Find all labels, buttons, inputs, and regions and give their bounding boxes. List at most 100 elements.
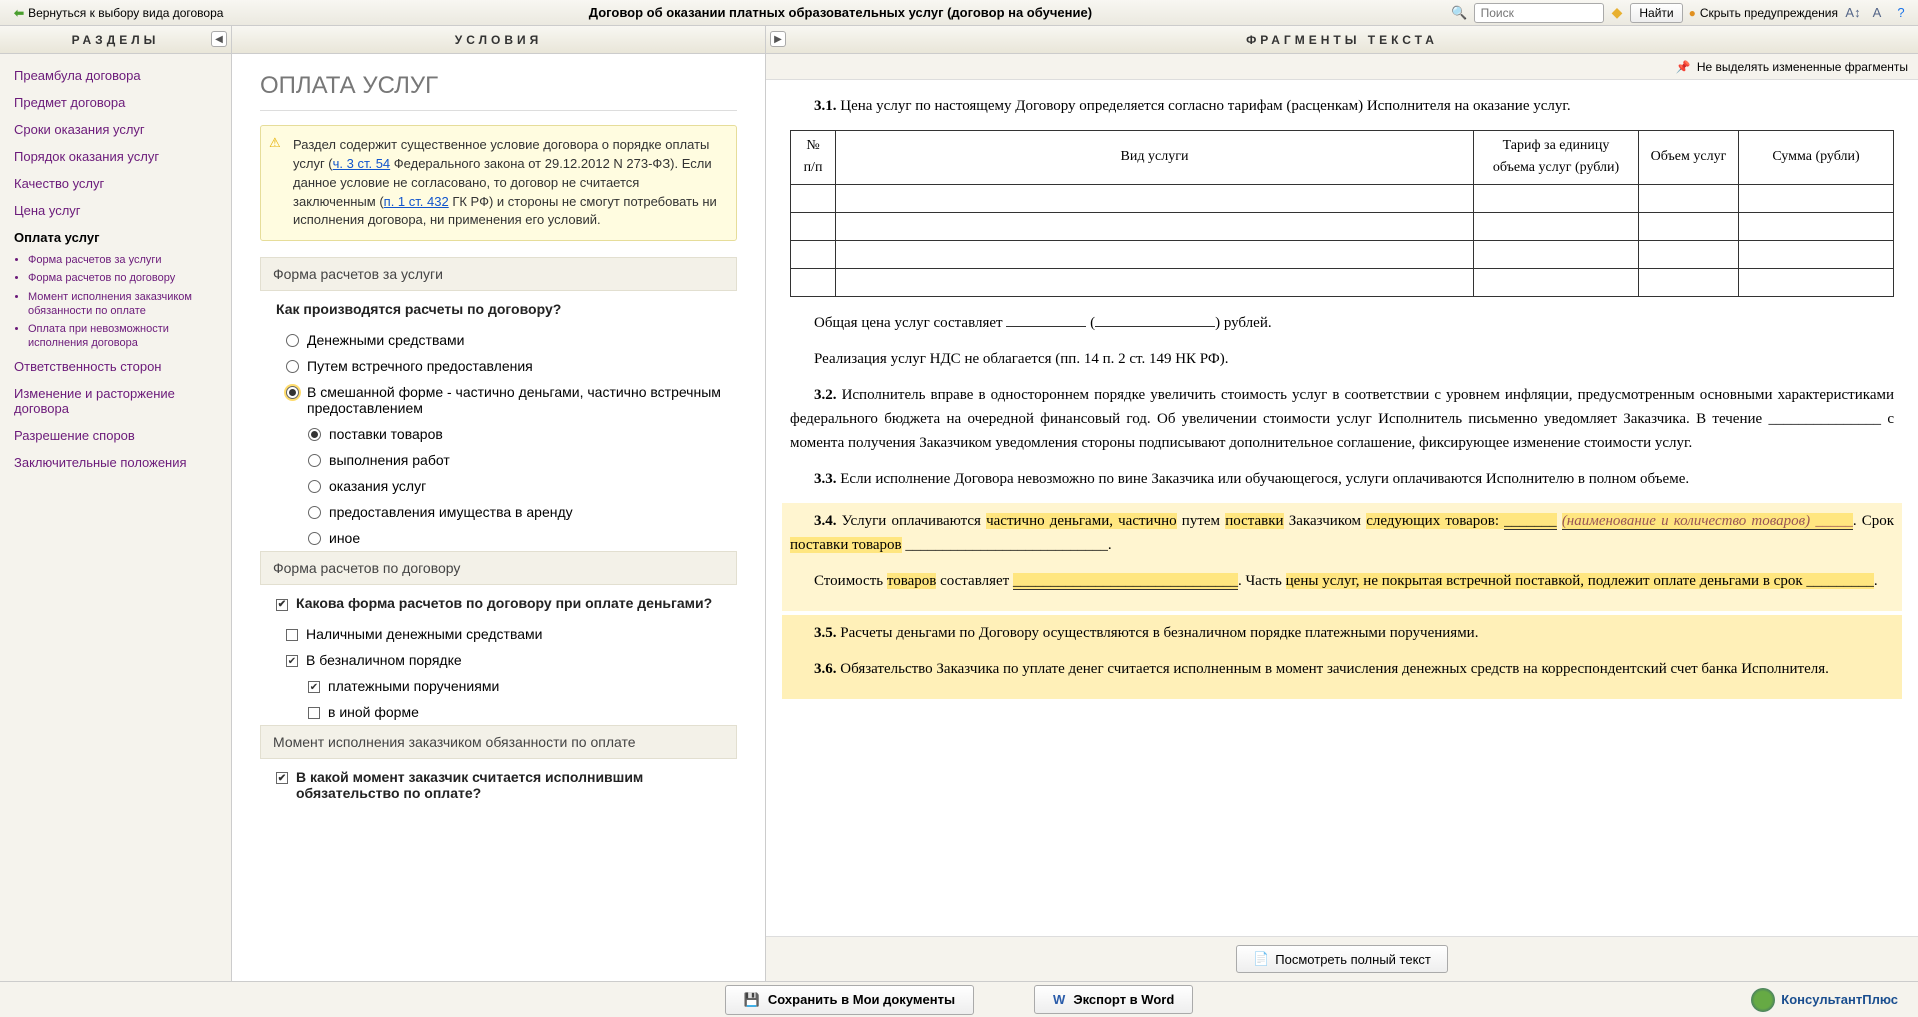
fragments-title: ФРАГМЕНТЫ ТЕКСТА [1246, 33, 1438, 47]
export-word-button[interactable]: W Экспорт в Word [1034, 985, 1193, 1014]
clause-3-4-highlighted: 3.4. Услуги оплачиваются частично деньга… [782, 503, 1902, 611]
q1-sub-3[interactable]: оказания услуг [308, 473, 737, 499]
th-4: Объем услуг [1639, 131, 1739, 185]
nav-item-preamble[interactable]: Преамбула договора [0, 62, 231, 89]
radio-checked-icon [308, 428, 321, 441]
q1-opt-1[interactable]: Денежными средствами [286, 327, 737, 353]
q2-opt-2[interactable]: В безналичном порядке [286, 647, 737, 673]
nav-item-price[interactable]: Цена услуг [0, 197, 231, 224]
q2-sub-1[interactable]: платежными поручениями [308, 673, 737, 699]
sections-panel: РАЗДЕЛЫ ◀ Преамбула договора Предмет дог… [0, 26, 232, 981]
view-full-text-button[interactable]: 📄 Посмотреть полный текст [1236, 945, 1448, 973]
q2-sub-1-label: платежными поручениями [328, 678, 499, 694]
c35-num: 3.5. [814, 625, 837, 641]
q1-sub-5-label: иное [329, 530, 360, 546]
fragments-panel: ▶ ФРАГМЕНТЫ ТЕКСТА Не выделять измененны… [766, 26, 1918, 981]
nav-item-final[interactable]: Заключительные положения [0, 449, 231, 476]
hide-warnings-button[interactable]: Скрыть предупреждения [1689, 6, 1838, 20]
nav-item-quality[interactable]: Качество услуг [0, 170, 231, 197]
conditions-title: УСЛОВИЯ [455, 33, 543, 47]
conditions-header: УСЛОВИЯ [232, 26, 765, 54]
warn-link-2[interactable]: п. 1 ст. 432 [384, 194, 449, 209]
font-size-b-icon[interactable]: A [1868, 4, 1886, 22]
q1-sub-4[interactable]: предоставления имущества в аренду [308, 499, 737, 525]
topbar: Вернуться к выбору вида договора Договор… [0, 0, 1918, 26]
nav-item-procedure[interactable]: Порядок оказания услуг [0, 143, 231, 170]
checkbox-checked-icon [308, 681, 320, 693]
nav-item-terms[interactable]: Сроки оказания услуг [0, 116, 231, 143]
sum-pre: Общая цена услуг составляет [814, 315, 1006, 331]
q3-label: В какой момент заказчик считается исполн… [296, 769, 737, 801]
nav-sub-4[interactable]: Оплата при невозможности исполнения дого… [28, 320, 231, 353]
checkbox-checked-icon[interactable] [276, 599, 288, 611]
conditions-body[interactable]: ОПЛАТА УСЛУГ Раздел содержит существенно… [232, 54, 765, 981]
find-button[interactable]: Найти [1630, 3, 1682, 23]
q2-opt-1-label: Наличными денежными средствами [306, 626, 542, 642]
fragments-header: ▶ ФРАГМЕНТЫ ТЕКСТА [766, 26, 1918, 54]
q1-opt-2[interactable]: Путем встречного предоставления [286, 353, 737, 379]
fragments-footer: 📄 Посмотреть полный текст [766, 936, 1918, 981]
nav-sub-2[interactable]: Форма расчетов по договору [28, 269, 231, 287]
nav-item-payment[interactable]: Оплата услуг [0, 224, 231, 251]
clause-3-5: 3.5. Расчеты деньгами по Договору осущес… [790, 621, 1894, 645]
q1-options: Денежными средствами Путем встречного пр… [286, 327, 737, 421]
collapse-sections-button[interactable]: ◀ [211, 31, 227, 47]
nav-item-liability[interactable]: Ответственность сторон [0, 353, 231, 380]
collapse-fragments-button[interactable]: ▶ [770, 31, 786, 47]
nav-sub-payment: Форма расчетов за услуги Форма расчетов … [28, 251, 231, 353]
back-label: Вернуться к выбору вида договора [28, 6, 223, 20]
c34-h2: поставки [1225, 513, 1283, 529]
q2-opt-1[interactable]: Наличными денежными средствами [286, 621, 737, 647]
q2-options: Наличными денежными средствами В безнали… [286, 621, 737, 673]
fragments-toolbar: Не выделять измененные фрагменты [766, 54, 1918, 80]
font-size-a-icon[interactable]: A↕ [1844, 4, 1862, 22]
c34-t2: путем [1177, 513, 1226, 529]
sections-header: РАЗДЕЛЫ ◀ [0, 26, 231, 54]
q1-sub-4-label: предоставления имущества в аренду [329, 504, 573, 520]
c34-h4: поставки товаров [790, 537, 902, 553]
q1-opt-3[interactable]: В смешанной форме - частично деньгами, ч… [286, 379, 737, 421]
q2-sub-2[interactable]: в иной форме [308, 699, 737, 725]
highlight-toggle[interactable]: Не выделять измененные фрагменты [1697, 60, 1908, 74]
clause-3-2: 3.2. Исполнитель вправе в одностороннем … [790, 383, 1894, 455]
section-form-contract: Форма расчетов по договору [260, 551, 737, 585]
help-icon[interactable]: ? [1892, 4, 1910, 22]
nav-item-subject[interactable]: Предмет договора [0, 89, 231, 116]
brand-icon [1751, 988, 1775, 1012]
c34-placeholder: (наименование и количество товаров) [1562, 513, 1810, 530]
checkbox-icon [308, 707, 320, 719]
nav-item-amendment[interactable]: Изменение и расторжение договора [0, 380, 231, 422]
save-my-docs-button[interactable]: 💾 Сохранить в Мои документы [725, 985, 974, 1015]
q2-opt-2-label: В безналичном порядке [306, 652, 462, 668]
c34b-t1: Стоимость [814, 573, 887, 589]
q1-opt-3-label: В смешанной форме - частично деньгами, ч… [307, 384, 737, 416]
blank-field [1006, 312, 1086, 327]
c33-text: Если исполнение Договора невозможно по в… [837, 471, 1690, 487]
q1-opt-1-label: Денежными средствами [307, 332, 464, 348]
warn-link-1[interactable]: ч. 3 ст. 54 [333, 156, 391, 171]
sum-post: рублей. [1220, 315, 1272, 331]
fragments-body[interactable]: 3.1. Цена услуг по настоящему Договору о… [766, 80, 1918, 936]
word-icon: W [1053, 992, 1065, 1007]
nav-item-disputes[interactable]: Разрешение споров [0, 422, 231, 449]
nav-sub-3[interactable]: Момент исполнения заказчиком обязанности… [28, 288, 231, 321]
back-button[interactable]: Вернуться к выбору вида договора [8, 4, 229, 22]
search-input[interactable] [1474, 3, 1604, 23]
total-price-line: Общая цена услуг составляет () рублей. [814, 311, 1894, 335]
nav-sub-1[interactable]: Форма расчетов за услуги [28, 251, 231, 269]
section-form-payment: Форма расчетов за услуги [260, 257, 737, 291]
q1-sub-5[interactable]: иное [308, 525, 737, 551]
section-moment: Момент исполнения заказчиком обязанности… [260, 725, 737, 759]
th-5: Сумма (рубли) [1739, 131, 1894, 185]
q1-sub-2[interactable]: выполнения работ [308, 447, 737, 473]
checkbox-checked-icon[interactable] [276, 772, 288, 784]
clause-3-3: 3.3. Если исполнение Договора невозможно… [790, 467, 1894, 491]
checkbox-checked-icon [286, 655, 298, 667]
th-2: Вид услуги [836, 131, 1474, 185]
clause-3-5-3-6-highlighted: 3.5. Расчеты деньгами по Договору осущес… [782, 615, 1902, 699]
table-row [791, 184, 1894, 212]
c34b-blank: ______________________________ [1013, 573, 1238, 590]
q1-sub-1[interactable]: поставки товаров [308, 421, 737, 447]
c34-t3: Заказчиком [1284, 513, 1367, 529]
services-table: № п/п Вид услуги Тариф за единицу объема… [790, 130, 1894, 297]
